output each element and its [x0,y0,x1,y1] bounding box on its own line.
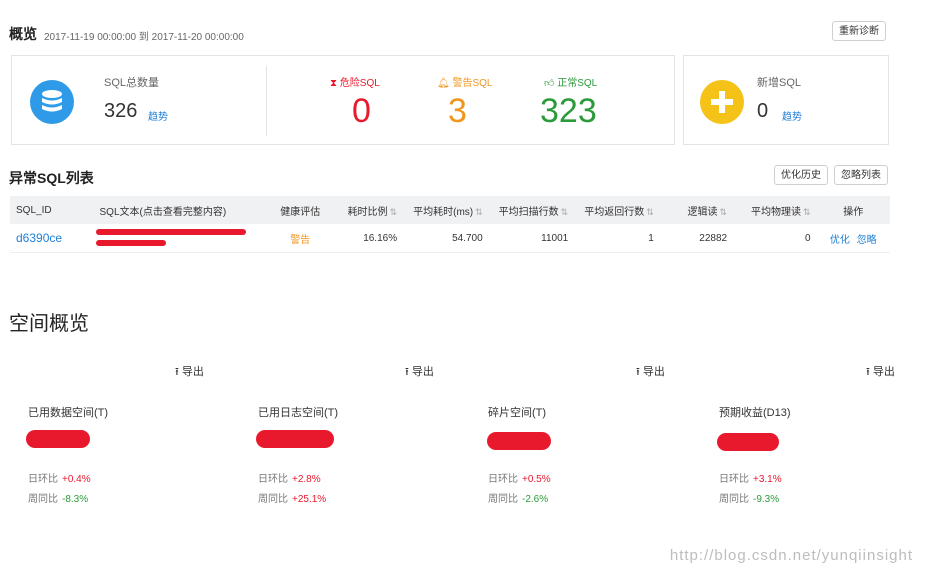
metric-label: 碎片空间(T) [488,407,547,419]
new-sql-card: 新增SQL 0 趋势 [683,55,889,145]
database-icon [30,80,74,124]
export-icon: ⭱ [866,366,870,378]
week-compare: 周同比 -9.3% [719,494,780,505]
total-sql-value: 326 [104,100,138,122]
day-compare: 日环比 +0.4% [28,474,91,485]
abnormal-sql-table: SQL_ID SQL文本(点击查看完整内容) 健康评估 耗时比例 ⇅ 平均耗时(m… [10,196,890,253]
redacted-value [26,430,90,448]
redacted-value [256,430,334,448]
col-health: 健康评估 [268,196,332,224]
col-avg-physical[interactable]: 平均物理读 ⇅ [733,196,817,224]
col-avg-scan[interactable]: 平均扫描行数 ⇅ [488,196,575,224]
new-sql-value: 0 [757,100,769,122]
sort-icon[interactable]: ⇅ [390,207,398,217]
total-sql-label: SQL总数量 [104,77,160,89]
col-action: 操作 [816,196,890,224]
avg-time-cell: 54.700 [403,224,489,253]
optimize-history-button[interactable]: 优化历史 [774,165,828,185]
redacted-value [487,432,551,450]
redacted-text [95,229,246,235]
metric-label: 预期收益(D13) [719,407,791,419]
col-avg-time[interactable]: 平均耗时(ms) ⇅ [403,196,489,224]
ignore-link[interactable]: 忽略 [857,235,877,246]
normal-sql-label: 👍︎ 正常SQL [544,78,598,89]
table-header-row: SQL_ID SQL文本(点击查看完整内容) 健康评估 耗时比例 ⇅ 平均耗时(m… [10,196,890,224]
warning-sql-value: 3 [448,92,467,130]
col-avg-return[interactable]: 平均返回行数 ⇅ [574,196,660,224]
col-logical-read[interactable]: 逻辑读 ⇅ [659,196,734,224]
sort-icon[interactable]: ⇅ [646,207,654,217]
col-time-ratio[interactable]: 耗时比例 ⇅ [331,196,404,224]
sort-icon[interactable]: ⇅ [475,207,483,217]
hourglass-icon: ⧗ [330,78,338,89]
export-button[interactable]: ⭱ 导出 [405,363,434,382]
new-sql-trend-link[interactable]: 趋势 [782,108,802,123]
action-cell: 优化 忽略 [816,224,890,253]
abnormal-sql-title: 异常SQL列表 [9,170,94,186]
sql-text-cell[interactable] [93,224,269,253]
watermark-text: http://blog.csdn.net/yunqiinsight [669,547,913,564]
optimize-link[interactable]: 优化 [830,235,850,246]
rediagnose-button[interactable]: 重新诊断 [832,21,886,41]
normal-sql-value: 323 [540,92,597,130]
export-icon: ⭱ [405,366,409,378]
danger-sql-value: 0 [352,92,371,130]
avg-physical-cell: 0 [733,224,817,253]
sort-icon[interactable]: ⇅ [561,207,569,217]
health-badge: 警告 [268,224,332,253]
export-button[interactable]: ⭱ 导出 [636,363,665,382]
export-icon: ⭱ [175,366,179,378]
week-compare: 周同比 -8.3% [28,494,89,505]
metric-label: 已用日志空间(T) [258,407,339,419]
export-button[interactable]: ⭱ 导出 [175,363,204,382]
week-compare: 周同比 -2.6% [488,494,549,505]
sort-icon[interactable]: ⇅ [803,207,811,217]
table-row: d6390ce 警告 16.16% 54.700 11001 1 22882 0… [10,224,890,253]
page-title: 概览 [9,26,37,42]
export-button[interactable]: ⭱ 导出 [866,363,895,382]
avg-return-cell: 1 [574,224,660,253]
sort-icon[interactable]: ⇅ [720,207,728,217]
redacted-value [717,433,779,451]
ignore-list-button[interactable]: 忽略列表 [834,165,888,185]
thumbs-up-icon: 👍︎ [544,78,555,89]
total-trend-link[interactable]: 趋势 [148,108,168,123]
time-ratio-cell: 16.16% [331,224,404,253]
col-sql-id: SQL_ID [10,196,94,224]
sql-id-link[interactable]: d6390ce [10,224,94,253]
day-compare: 日环比 +2.8% [258,474,321,485]
time-range: 2017-11-19 00:00:00 到 2017-11-20 00:00:0… [44,32,244,43]
avg-scan-cell: 11001 [488,224,575,253]
warning-sql-label: 🔔︎ 警告SQL [437,78,493,89]
col-sql-text: SQL文本(点击查看完整内容) [93,196,269,224]
space-overview-title: 空间概览 [9,313,89,335]
overview-divider [266,66,267,136]
day-compare: 日环比 +3.1% [719,474,782,485]
week-compare: 周同比 +25.1% [258,494,327,505]
redacted-text [95,240,166,246]
new-sql-label: 新增SQL [757,77,802,89]
logical-read-cell: 22882 [659,224,734,253]
plus-icon [700,80,744,124]
metric-label: 已用数据空间(T) [28,407,109,419]
day-compare: 日环比 +0.5% [488,474,551,485]
danger-sql-label: ⧗ 危险SQL [330,78,380,89]
bell-icon: 🔔︎ [437,78,450,89]
sql-overview-card: SQL总数量 326 趋势 ⧗ 危险SQL 0 🔔︎ 警告SQL 3 👍︎ 正常… [11,55,675,145]
export-icon: ⭱ [636,366,640,378]
